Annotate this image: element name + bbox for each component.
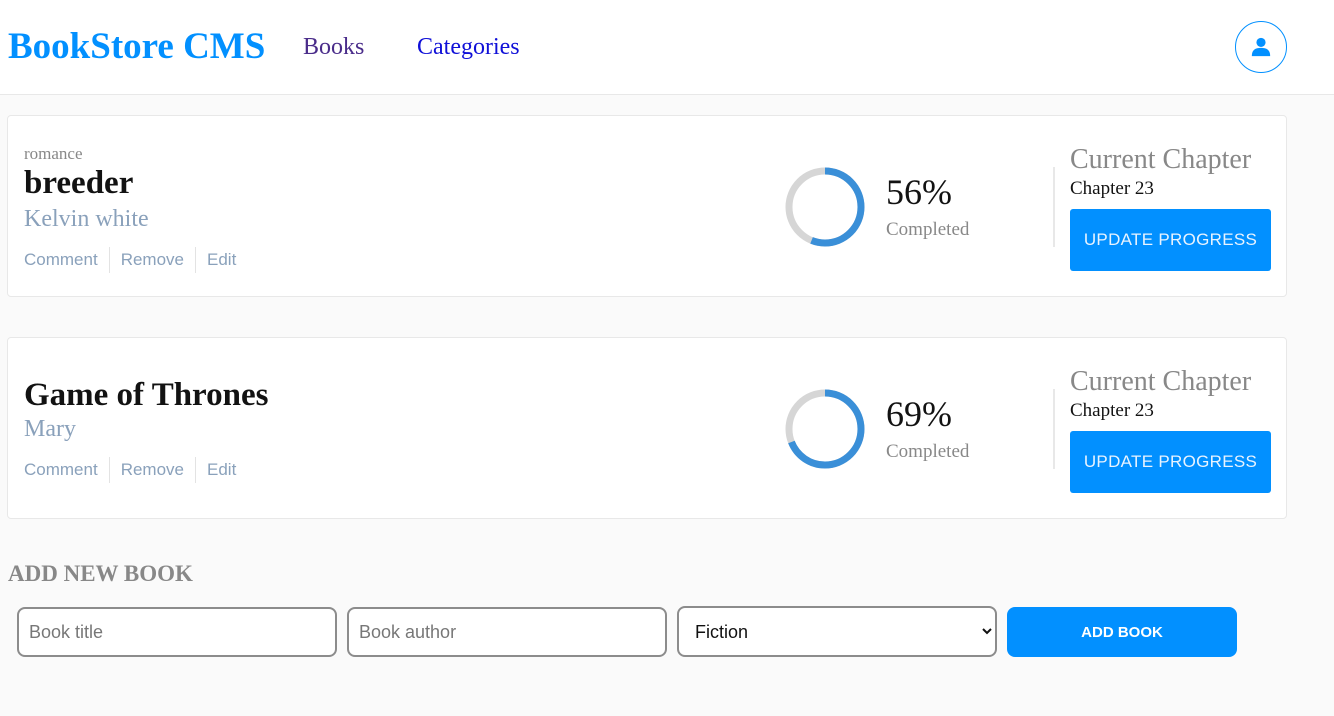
book-actions: Comment Remove Edit xyxy=(24,457,236,483)
nav-link-books[interactable]: Books xyxy=(303,33,364,61)
remove-button[interactable]: Remove xyxy=(108,247,195,273)
update-progress-button[interactable]: UPDATE PROGRESS xyxy=(1070,209,1271,271)
category-select[interactable]: Fiction xyxy=(677,606,997,657)
edit-button[interactable]: Edit xyxy=(195,457,236,483)
progress-ring xyxy=(785,167,865,247)
book-author-input[interactable] xyxy=(347,607,667,657)
book-author: Kelvin white xyxy=(24,206,149,232)
comment-button[interactable]: Comment xyxy=(24,457,109,483)
remove-button[interactable]: Remove xyxy=(108,457,195,483)
nav-link-categories[interactable]: Categories xyxy=(417,33,520,61)
app-logo[interactable]: BookStore CMS xyxy=(8,26,265,68)
book-title: breeder xyxy=(24,165,134,201)
current-chapter-value: Chapter 23 xyxy=(1070,400,1154,421)
progress-completed-label: Completed xyxy=(886,219,970,240)
comment-button[interactable]: Comment xyxy=(24,247,109,273)
current-chapter-label: Current Chapter xyxy=(1070,144,1252,175)
book-actions: Comment Remove Edit xyxy=(24,247,236,273)
book-author: Mary xyxy=(24,416,76,442)
update-progress-button[interactable]: UPDATE PROGRESS xyxy=(1070,431,1271,493)
user-icon xyxy=(1251,37,1271,57)
app-header: BookStore CMS Books Categories xyxy=(0,0,1334,95)
book-card: Game of Thrones Mary Comment Remove Edit… xyxy=(7,337,1287,519)
add-book-heading: ADD NEW BOOK xyxy=(8,561,193,586)
progress-ring xyxy=(785,389,865,469)
add-book-button[interactable]: ADD BOOK xyxy=(1007,607,1237,657)
progress-percent: 56% xyxy=(886,172,952,212)
book-genre: romance xyxy=(24,144,83,163)
book-card: romance breeder Kelvin white Comment Rem… xyxy=(7,115,1287,297)
user-profile-button[interactable] xyxy=(1235,21,1287,73)
book-title: Game of Thrones xyxy=(24,377,269,413)
book-title-input[interactable] xyxy=(17,607,337,657)
progress-percent: 69% xyxy=(886,394,952,434)
current-chapter-value: Chapter 23 xyxy=(1070,178,1154,199)
progress-completed-label: Completed xyxy=(886,441,970,462)
edit-button[interactable]: Edit xyxy=(195,247,236,273)
progress-divider xyxy=(1053,389,1055,469)
progress-divider xyxy=(1053,167,1055,247)
current-chapter-label: Current Chapter xyxy=(1070,366,1252,397)
